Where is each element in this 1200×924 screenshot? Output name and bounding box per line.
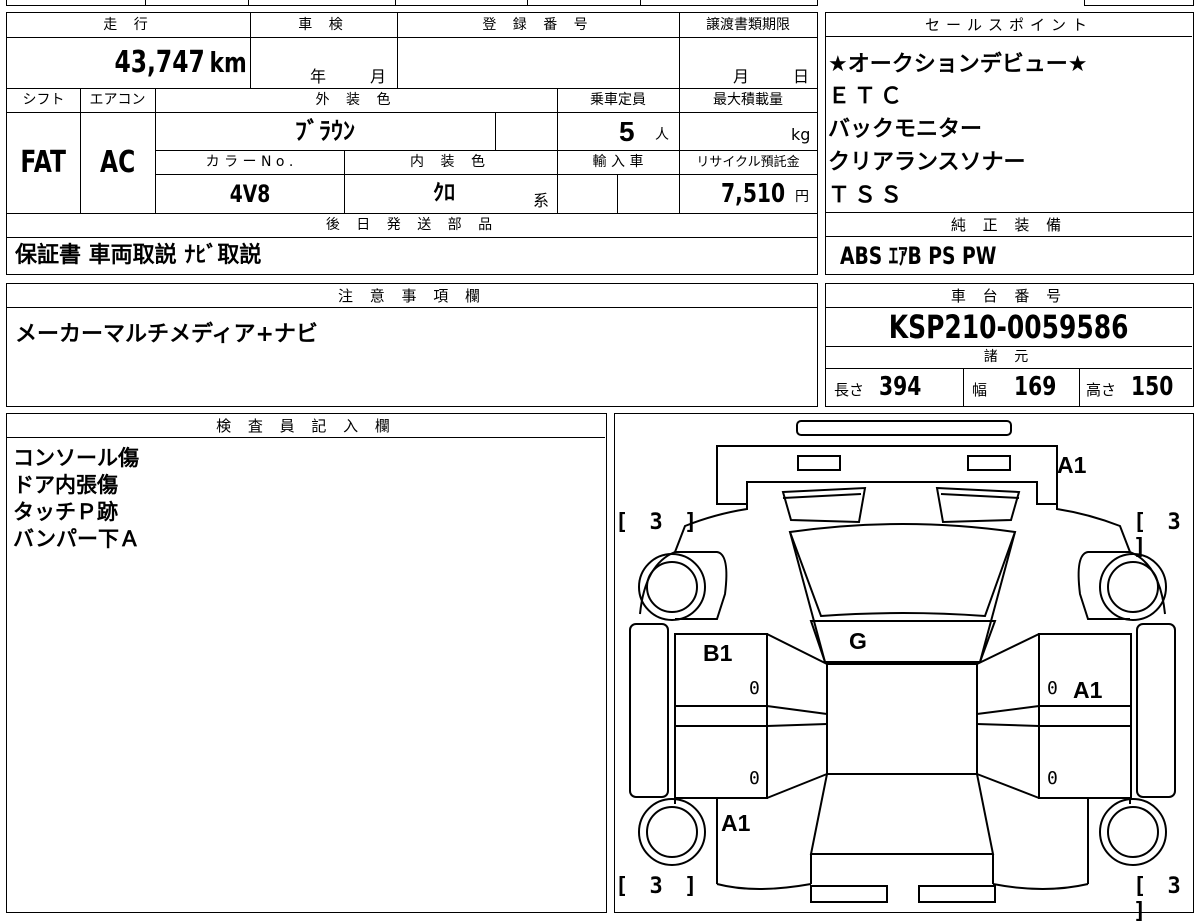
mileage-value: 43,747 km bbox=[114, 45, 247, 80]
chassis-header: 車 台 番 号 bbox=[826, 284, 1192, 308]
door-value-left-rear: 0 bbox=[749, 768, 760, 789]
notes-box: 注 意 事 項 欄 メーカーマルチメディア+ナビ bbox=[6, 283, 818, 407]
mileage-label: 走 行 bbox=[103, 17, 154, 33]
aircon-value: AC bbox=[99, 145, 136, 180]
car-outline-diagram bbox=[629, 420, 1176, 903]
chassis-box: 車 台 番 号 KSP210-0059586 諸 元 長さ 394 幅 169 … bbox=[825, 283, 1194, 407]
car-diagram: A1 G B1 A1 A1 [ 3 ] [ 3 ] [ 3 ] [ 3 ] 0 … bbox=[614, 413, 1194, 924]
registration-label: 登 録 番 号 bbox=[482, 17, 594, 33]
aircon-label: エアコン bbox=[89, 92, 146, 108]
standard-equipment-value: ABS ｴｱB PS PW bbox=[840, 242, 997, 270]
tire-tread-front-right: [ 3 ] bbox=[1133, 874, 1185, 924]
inspector-line: ドア内張傷 bbox=[13, 473, 118, 497]
shift-value: FAT bbox=[20, 145, 67, 180]
inspector-box: 検 査 員 記 入 欄 コンソール傷 ドア内張傷 タッチＰ跡 バンパー下Ａ bbox=[6, 413, 607, 913]
specs-header: 諸 元 bbox=[983, 349, 1035, 365]
sales-points-box: セールスポイント ★オークションデビュー★ ＥＴＣ バックモニター クリアランス… bbox=[825, 12, 1194, 213]
deadline-day-unit: 日 bbox=[793, 67, 810, 86]
tire-tread-rear-left: [ 3 ] bbox=[615, 510, 702, 535]
interior-color-value: ｸﾛ bbox=[432, 181, 455, 206]
deadline-month-unit: 月 bbox=[733, 67, 750, 86]
transfer-deadline-label: 譲渡書類期限 bbox=[706, 17, 790, 33]
color-no-label: カ ラ ー N o . bbox=[205, 154, 294, 170]
vehicle-info-table: 走 行 車 検 登 録 番 号 譲渡書類期限 43,747 km 年 月 月 日 … bbox=[6, 12, 818, 275]
width-spec: 幅 169 bbox=[972, 372, 1057, 402]
mark-left-front-door: B1 bbox=[703, 640, 733, 666]
max-load-unit: kg bbox=[791, 125, 811, 144]
sales-point-item: バックモニター bbox=[828, 117, 983, 142]
door-value-right-rear: 0 bbox=[1047, 768, 1058, 789]
interior-color-suffix: 系 bbox=[533, 191, 550, 210]
capacity-value: 5 人 bbox=[619, 116, 669, 147]
length-spec: 長さ 394 bbox=[834, 372, 922, 402]
sales-point-item: ＥＴＣ bbox=[828, 84, 907, 109]
notes-text: メーカーマルチメディア+ナビ bbox=[15, 322, 318, 347]
inspector-line: バンパー下Ａ bbox=[13, 527, 141, 551]
exterior-color-label: 外 装 色 bbox=[315, 92, 397, 108]
inspection-year-unit: 年 bbox=[310, 67, 327, 86]
color-no-value: 4V8 bbox=[229, 180, 270, 208]
inspection-label: 車 検 bbox=[298, 17, 349, 33]
sales-points-header: セールスポイント bbox=[826, 13, 1192, 37]
top-strip bbox=[6, 0, 818, 6]
exterior-color-value: ﾌﾞﾗｳﾝ bbox=[295, 117, 355, 145]
mark-left-front-fender: A1 bbox=[721, 810, 751, 836]
sales-point-item: ＴＳＳ bbox=[828, 183, 907, 208]
chassis-number: KSP210-0059586 bbox=[889, 309, 1129, 345]
sales-point-item: ★オークションデビュー★ bbox=[828, 52, 1088, 77]
inspector-line: コンソール傷 bbox=[13, 446, 139, 470]
standard-equipment-header: 純 正 装 備 bbox=[826, 213, 1192, 237]
tire-tread-rear-right: [ 3 ] bbox=[1133, 510, 1185, 560]
door-value-right-front: 0 bbox=[1047, 678, 1058, 699]
inspection-month-unit: 月 bbox=[370, 67, 387, 86]
top-strip-right bbox=[1084, 0, 1194, 6]
later-parts-value: 保証書 車両取説 ﾅﾋﾞ取説 bbox=[15, 243, 262, 268]
inspector-header: 検 査 員 記 入 欄 bbox=[7, 414, 605, 438]
height-spec: 高さ 150 bbox=[1086, 372, 1174, 402]
recycle-label: リサイクル預託金 bbox=[696, 155, 800, 170]
mark-roof-glass: G bbox=[849, 628, 867, 654]
notes-header: 注 意 事 項 欄 bbox=[7, 284, 817, 308]
import-label: 輸 入 車 bbox=[592, 154, 644, 170]
standard-equipment-box: 純 正 装 備 ABS ｴｱB PS PW bbox=[825, 212, 1194, 275]
recycle-value: 7,510 円 bbox=[721, 179, 809, 209]
max-load-label: 最大積載量 bbox=[713, 92, 783, 108]
sales-point-item: クリアランスソナー bbox=[828, 150, 1026, 175]
mark-right-front-door: A1 bbox=[1073, 677, 1103, 703]
shift-label: シフト bbox=[22, 92, 65, 108]
tire-tread-front-left: [ 3 ] bbox=[615, 874, 702, 899]
capacity-label: 乗車定員 bbox=[590, 92, 646, 108]
later-parts-label: 後 日 発 送 部 品 bbox=[325, 217, 499, 233]
inspector-line: タッチＰ跡 bbox=[13, 500, 118, 524]
mark-rear-bumper: A1 bbox=[1057, 452, 1087, 478]
interior-color-label: 内 装 色 bbox=[410, 154, 491, 170]
door-value-left-front: 0 bbox=[749, 678, 760, 699]
